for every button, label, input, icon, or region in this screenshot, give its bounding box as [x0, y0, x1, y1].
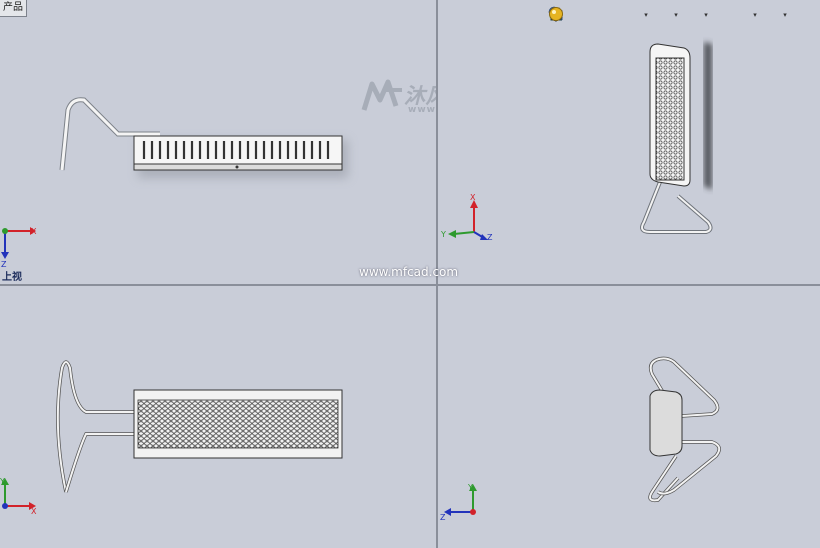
axis-triad-front: Y X [0, 477, 37, 516]
watermark-url: www.mfcad.com [408, 105, 436, 115]
viewport-isometric-view[interactable]: ▾ ▾ ▾ ▾ ▾ X Y Z [438, 0, 820, 284]
view-orientation-icon[interactable] [550, 7, 641, 24]
axis-y-label-iso: Y [440, 230, 446, 239]
watermark-logo: 沐风CAD www.mfcad.com [360, 76, 436, 120]
zoom-area-icon[interactable] [548, 6, 584, 24]
axis-x-label-iso: X [470, 193, 476, 202]
display-style-dropdown[interactable]: ▾ [673, 7, 679, 24]
viewport-front-view[interactable]: Y X [0, 286, 436, 548]
viewport-top-view[interactable]: 产品 上视 X Z 沐风CAD www.mfcad.com [0, 0, 436, 284]
viewport-divider-horizontal[interactable] [0, 284, 820, 286]
viewport-right-view[interactable]: Y Z [438, 286, 820, 548]
section-view-icon[interactable] [550, 7, 622, 24]
top-view-model [59, 97, 348, 178]
view-orientation-dropdown[interactable]: ▾ [643, 7, 649, 24]
axis-z-label-iso: Z [487, 233, 493, 242]
axis-triad-iso: X Y Z [440, 193, 493, 242]
site-url-watermark: www.mfcad.com [359, 265, 459, 279]
apply-scene-dropdown[interactable]: ▾ [752, 7, 758, 24]
previous-view-icon[interactable] [550, 7, 603, 24]
heads-up-view-toolbar: ▾ ▾ ▾ ▾ ▾ [548, 6, 791, 24]
view-settings-dropdown[interactable]: ▾ [782, 7, 788, 24]
display-style-icon[interactable] [550, 7, 671, 24]
front-view-model [56, 360, 343, 493]
product-tab[interactable]: 产品 [0, 0, 27, 17]
edit-appearance-icon[interactable] [549, 7, 731, 24]
axis-x-label: X [31, 227, 37, 236]
axis-triad-top: X Z [1, 227, 37, 268]
axis-triad-right: Y Z [440, 483, 477, 522]
axis-z-label-right: Z [440, 513, 446, 522]
view-settings-icon[interactable] [549, 7, 780, 24]
axis-y-label-front: Y [0, 477, 5, 486]
axis-y-label-right: Y [467, 483, 473, 492]
hide-show-items-icon[interactable] [549, 7, 701, 24]
axis-z-label: Z [1, 260, 7, 268]
view-label-top: 上视 [2, 272, 22, 283]
apply-scene-icon[interactable] [549, 7, 750, 24]
mfcad-logo-icon [361, 79, 402, 111]
hide-show-dropdown[interactable]: ▾ [703, 7, 709, 24]
axis-x-label-front: X [31, 507, 37, 516]
